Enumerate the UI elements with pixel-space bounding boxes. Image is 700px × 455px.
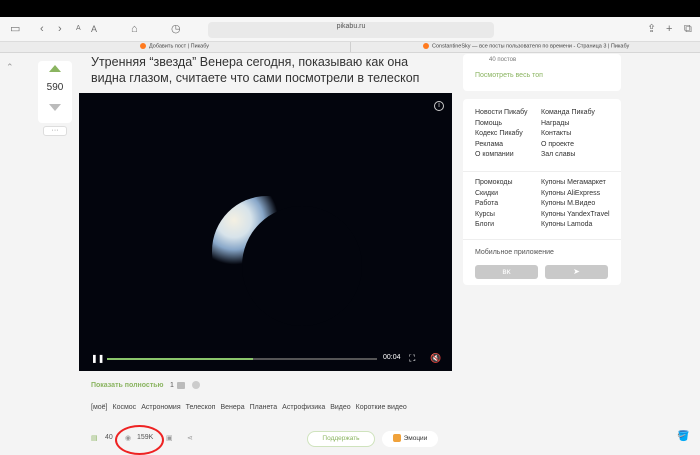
tag-link[interactable]: Космос [113,404,137,411]
vote-panel: 590 [38,61,72,123]
system-top-bar [0,0,700,17]
post-title[interactable]: Утренняя “звезда” Венера сегодня, показы… [91,54,441,86]
share-post-icon[interactable]: ⋖ [187,434,193,442]
info-icon[interactable]: i [434,101,444,111]
telegram-icon: ➤ [573,267,580,276]
tag-link[interactable]: Планета [250,404,278,411]
home-icon[interactable]: ⌂ [131,21,138,37]
collapse-chevron-icon[interactable]: ⌃ [6,62,14,73]
promo-left: Промокоды Скидки Работа Курсы Блоги [475,178,513,231]
footer-link[interactable]: Награды [541,119,595,130]
footer-link[interactable]: Кодекс Пикабу [475,129,527,140]
show-full-count: 1 [170,382,174,389]
promo-right: Купоны Мегамаркет Купоны AliExpress Купоны… [541,178,610,231]
text-size-large-button[interactable]: A [91,21,97,37]
telegram-button[interactable]: ➤ [545,265,608,279]
video-time: 00:04 [383,354,401,361]
footer-link[interactable]: Купоны AliExpress [541,189,610,200]
footer-link[interactable]: Скидки [475,189,513,200]
views-highlight-circle [115,425,164,455]
video-controls: ❚❚ 00:04 ⛶ 🔇 [79,345,452,371]
divider [463,239,621,240]
footer-link[interactable]: Купоны М.Видео [541,199,610,210]
forward-icon[interactable]: › [58,21,62,37]
footer-link[interactable]: Зал славы [541,150,595,161]
tab-user-posts[interactable]: ConstantineSky — все посты пользователя … [423,43,629,49]
footer-link[interactable]: Купоны YandexTravel [541,210,610,221]
tag-link[interactable]: Видео [330,404,350,411]
save-icon[interactable]: ▣ [166,434,173,442]
show-full-link[interactable]: Показать полностью [91,382,164,389]
tab-add-post[interactable]: Добавить пост | Пикабу [140,43,209,49]
links-left: Новости Пикабу Помощь Кодекс Пикабу Реклама… [475,108,527,161]
footer-link[interactable]: О проекте [541,140,595,151]
footer-link[interactable]: Команда Пикабу [541,108,595,119]
downvote-arrow-icon[interactable] [49,104,61,111]
emotion-face-icon [392,434,401,443]
vk-icon: ʙᴋ [502,267,511,276]
video-progress-fill [107,358,253,360]
tag-link[interactable]: Венера [220,404,244,411]
top-card: 40 постов Посмотреть весь топ [463,54,621,91]
footer-link[interactable]: Контакты [541,129,595,140]
footer-link[interactable]: Помощь [475,119,527,130]
share-icon[interactable]: ⇪ [647,21,656,37]
footer-link[interactable]: Промокоды [475,178,513,189]
footer-links-card: Новости Пикабу Помощь Кодекс Пикабу Реклама… [463,99,621,285]
pikabu-favicon-icon [140,43,146,49]
more-button[interactable]: ··· [43,126,67,136]
address-bar[interactable]: pikabu.ru [208,22,494,38]
emotions-button[interactable]: Эмоции [382,431,438,447]
history-icon[interactable]: ◷ [171,21,181,37]
sidebar-toggle-icon[interactable]: ▭ [10,21,20,37]
url-text: pikabu.ru [336,23,366,30]
badge-icon [192,381,200,389]
video-badge-icon [177,382,185,389]
tabs-overview-icon[interactable]: ⧉ [684,21,692,37]
tab-bar: Добавить пост | Пикабу ConstantineSky — … [0,41,700,53]
tag-link[interactable]: Короткие видео [356,404,407,411]
upvote-arrow-icon[interactable] [49,65,61,72]
back-icon[interactable]: ‹ [40,21,44,37]
new-tab-icon[interactable]: + [666,21,672,37]
pikabu-favicon-icon [423,43,429,49]
pause-icon[interactable]: ❚❚ [91,354,104,363]
posts-count: 40 постов [489,57,517,63]
comments-count[interactable]: 40 [105,434,113,441]
support-button[interactable]: Поддержать [307,431,375,447]
footer-link[interactable]: Работа [475,199,513,210]
tag-link[interactable]: Телескоп [186,404,216,411]
tab-divider [350,42,351,52]
footer-link[interactable]: Блоги [475,220,513,231]
vk-button[interactable]: ʙᴋ [475,265,538,279]
tag-list: [моё] Космос Астрономия Телескоп Венера Плане… [91,404,412,411]
see-top-link[interactable]: Посмотреть весь топ [475,72,543,79]
fullscreen-icon[interactable]: ⛶ [409,353,415,364]
video-player[interactable]: i ❚❚ 00:04 ⛶ 🔇 [79,93,452,371]
planet-shadow [242,206,362,326]
text-size-small-button[interactable]: A [76,21,81,37]
tag-link[interactable]: [моё] [91,404,108,411]
footer-link[interactable]: Курсы [475,210,513,221]
footer-link[interactable]: Купоны Lamoda [541,220,610,231]
footer-link[interactable]: О компании [475,150,527,161]
links-right: Команда Пикабу Награды Контакты О проекте За… [541,108,595,161]
divider [463,171,621,172]
emotions-label: Эмоции [403,435,428,442]
tab-title: Добавить пост | Пикабу [149,43,210,50]
comments-icon[interactable]: ▤ [91,434,98,442]
footer-link[interactable]: Реклама [475,140,527,151]
paint-bucket-icon: 🪣 [677,431,690,442]
video-progress-bar[interactable] [107,358,377,360]
vote-count: 590 [46,82,64,93]
tag-link[interactable]: Астрономия [141,404,180,411]
mute-icon[interactable]: 🔇 [430,353,441,364]
tab-title: ConstantineSky — все посты пользователя … [432,43,630,50]
footer-link[interactable]: Купоны Мегамаркет [541,178,610,189]
tag-link[interactable]: Астрофизика [282,404,325,411]
mobile-app-label: Мобильное приложение [475,249,554,256]
footer-link[interactable]: Новости Пикабу [475,108,527,119]
